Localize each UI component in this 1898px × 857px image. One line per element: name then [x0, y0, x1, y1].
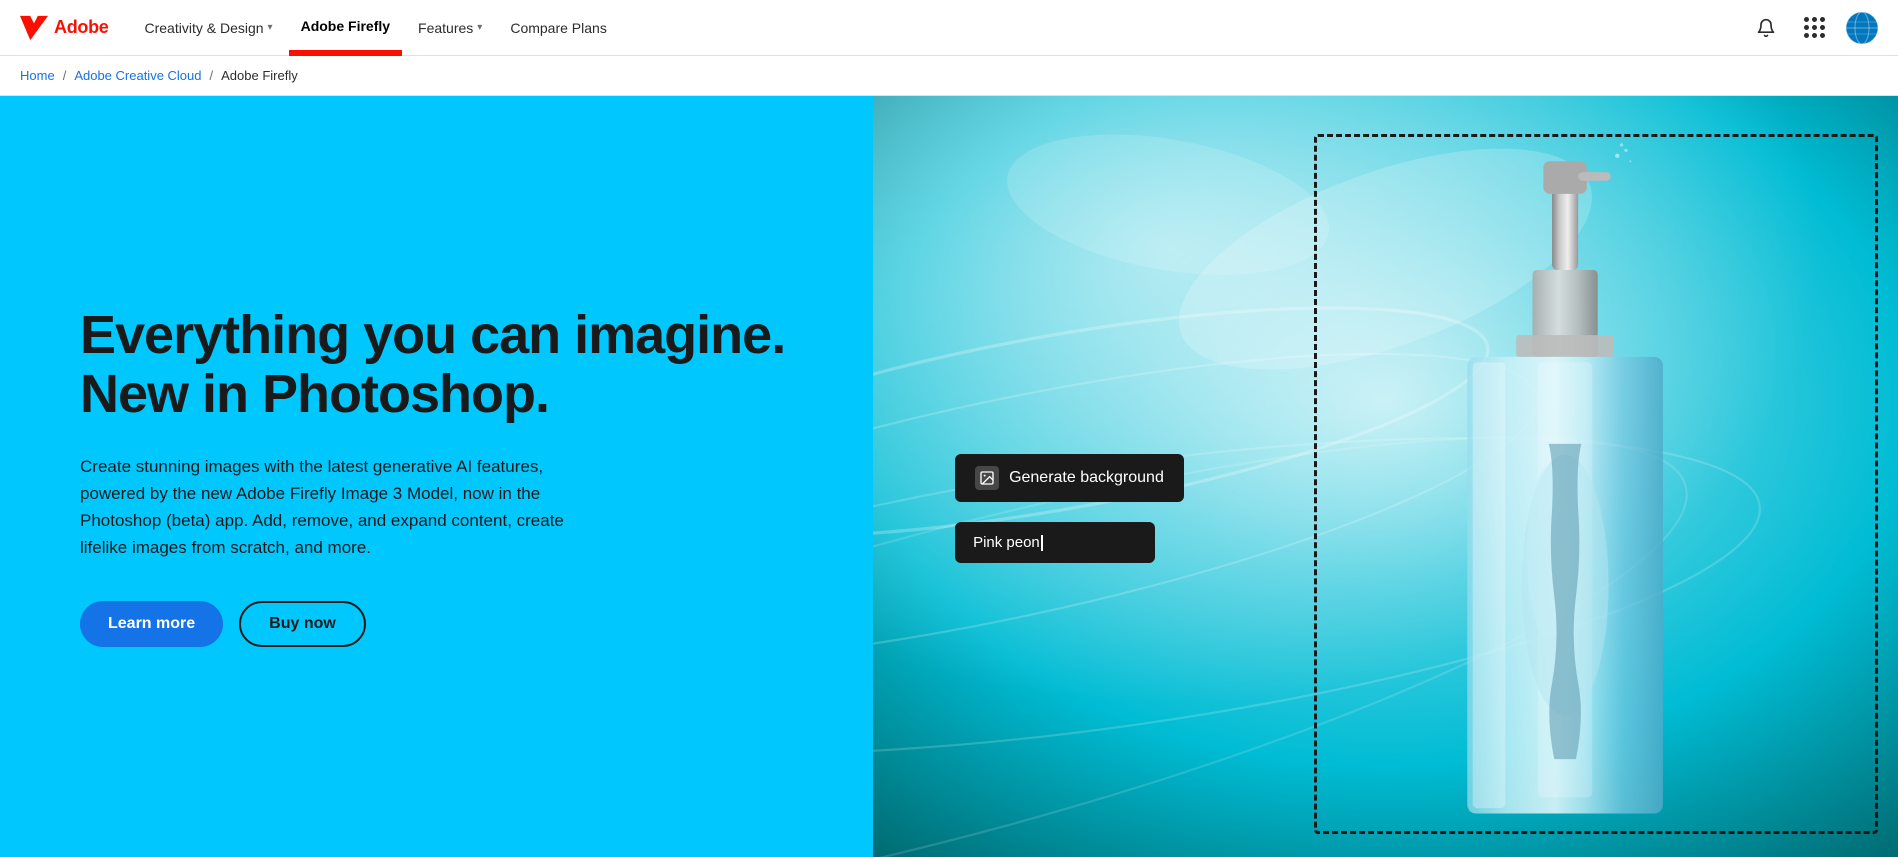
breadcrumb-current: Adobe Firefly [221, 68, 298, 83]
buy-now-button[interactable]: Buy now [239, 601, 366, 647]
adobe-logo-icon [20, 14, 48, 42]
navigation: Adobe Creativity & Design ▾ Adobe Firefl… [0, 0, 1898, 56]
waffle-icon [1804, 17, 1825, 38]
nav-items: Creativity & Design ▾ Adobe Firefly Feat… [133, 0, 1751, 56]
chevron-down-icon: ▾ [477, 22, 482, 33]
chevron-down-icon: ▾ [268, 22, 273, 33]
breadcrumb-separator-2: / [210, 68, 214, 83]
nav-right-controls [1750, 12, 1878, 44]
adobe-logo[interactable]: Adobe [20, 14, 109, 42]
image-icon [979, 470, 995, 486]
breadcrumb-home[interactable]: Home [20, 68, 55, 83]
generate-bg-label: Generate background [1009, 469, 1164, 487]
nav-firefly-label: Adobe Firefly [301, 18, 390, 34]
hero-description: Create stunning images with the latest g… [80, 453, 580, 562]
globe-icon [1846, 12, 1878, 44]
breadcrumb-separator-1: / [63, 68, 67, 83]
generate-bg-icon [975, 466, 999, 490]
nav-item-creativity-design[interactable]: Creativity & Design ▾ [133, 0, 285, 56]
hero-title: Everything you can imagine. New in Photo… [80, 306, 793, 425]
notifications-button[interactable] [1750, 12, 1782, 44]
text-prompt-box[interactable]: Pink peon [955, 522, 1155, 563]
learn-more-button[interactable]: Learn more [80, 601, 223, 647]
hero-buttons: Learn more Buy now [80, 601, 793, 647]
nav-item-compare-plans[interactable]: Compare Plans [498, 0, 619, 56]
nav-features-label: Features [418, 20, 473, 36]
apps-button[interactable] [1798, 12, 1830, 44]
breadcrumb-creative-cloud[interactable]: Adobe Creative Cloud [74, 68, 201, 83]
adobe-wordmark: Adobe [54, 17, 109, 38]
selection-box [1314, 134, 1878, 834]
generate-background-button[interactable]: Generate background [955, 454, 1184, 502]
nav-creativity-design-label: Creativity & Design [145, 20, 264, 36]
bell-icon [1756, 18, 1776, 38]
hero-right-panel: Generate background Pink peon [873, 96, 1898, 857]
breadcrumb: Home / Adobe Creative Cloud / Adobe Fire… [0, 56, 1898, 96]
user-avatar[interactable] [1846, 12, 1878, 44]
hero-section: Everything you can imagine. New in Photo… [0, 96, 1898, 857]
text-prompt-value: Pink peon [973, 534, 1040, 551]
nav-item-adobe-firefly[interactable]: Adobe Firefly [289, 0, 402, 56]
text-cursor [1041, 535, 1043, 551]
hero-left-panel: Everything you can imagine. New in Photo… [0, 96, 873, 857]
nav-item-features[interactable]: Features ▾ [406, 0, 494, 56]
nav-compare-plans-label: Compare Plans [510, 20, 607, 36]
